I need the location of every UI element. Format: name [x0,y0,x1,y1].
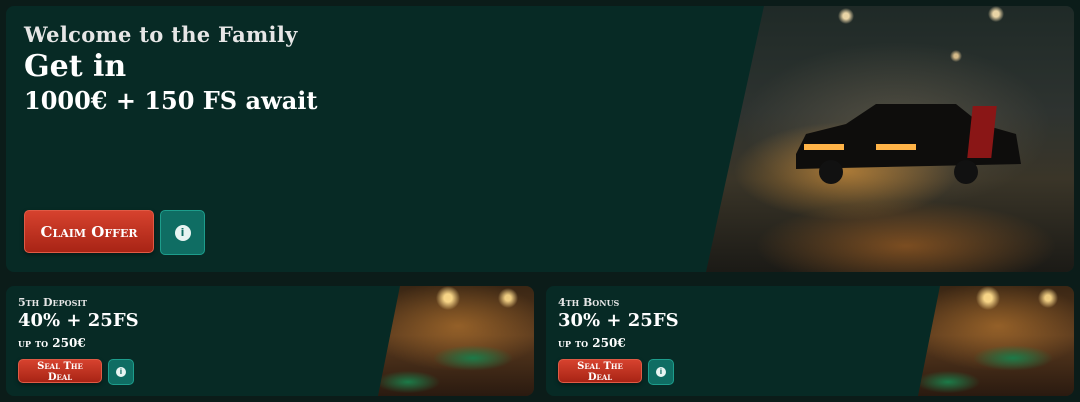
casino-image [378,286,534,396]
hero-eyebrow: Welcome to the Family [24,22,298,47]
hero-info-button[interactable]: i [160,210,205,255]
hero-offer-text: 1000€ + 150 FS await [24,86,318,115]
promo-card-5th-deposit: 5th Deposit 40% + 25FS up to 250€ Seal T… [6,286,534,396]
promo-info-button[interactable]: i [648,359,674,385]
car-illustration [796,104,1021,184]
promo-eyebrow: 5th Deposit [18,296,88,309]
info-icon: i [656,367,666,377]
hero-title: Get in [24,49,127,84]
seal-the-deal-button[interactable]: Seal The Deal [558,359,642,383]
promo-title: 40% + 25FS [18,310,139,331]
info-icon: i [116,367,126,377]
promo-subtitle: up to 250€ [18,336,86,350]
hero-banner: Welcome to the Family Get in 1000€ + 150… [6,6,1074,272]
seal-the-deal-button[interactable]: Seal The Deal [18,359,102,383]
promo-subtitle: up to 250€ [558,336,626,350]
claim-offer-button[interactable]: Claim Offer [24,210,154,253]
info-icon: i [174,224,191,241]
promo-card-4th-bonus: 4th Bonus 30% + 25FS up to 250€ Seal The… [546,286,1074,396]
promo-title: 30% + 25FS [558,310,679,331]
promo-info-button[interactable]: i [108,359,134,385]
hero-image-vintage-car [706,6,1074,272]
casino-image [918,286,1074,396]
promo-eyebrow: 4th Bonus [558,296,620,309]
